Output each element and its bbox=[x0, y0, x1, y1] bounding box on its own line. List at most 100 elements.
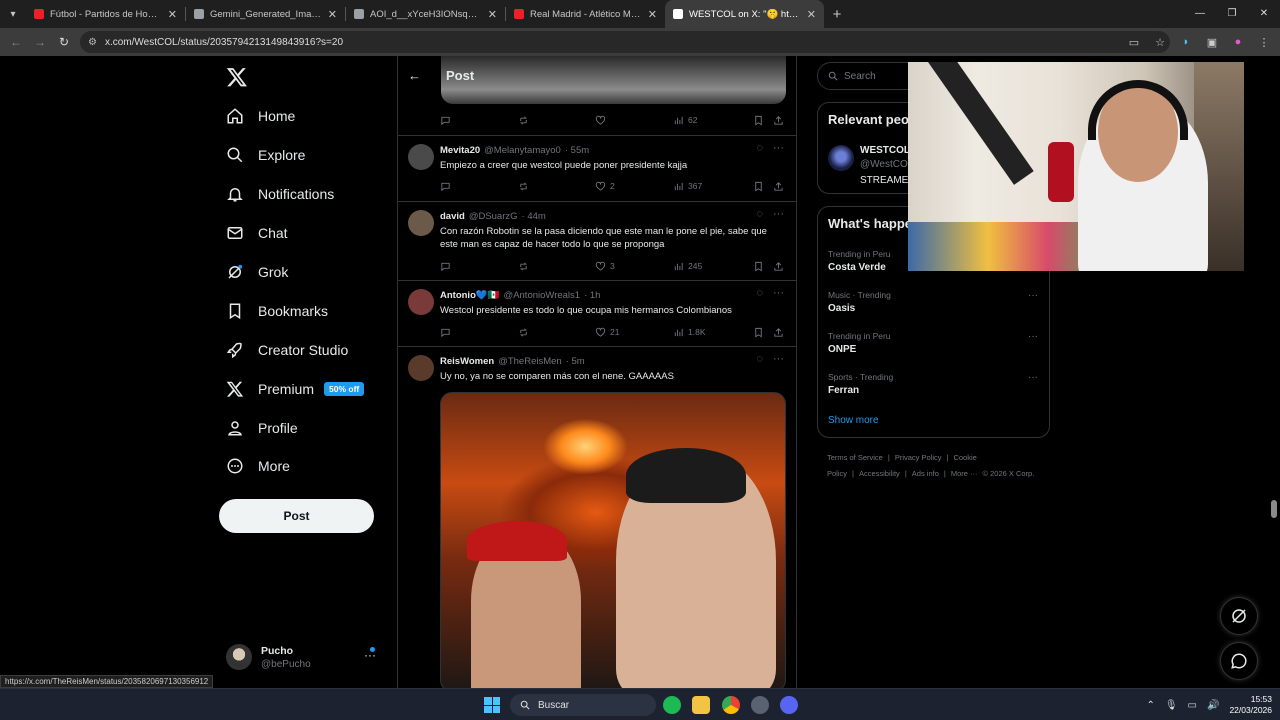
author-name[interactable]: david bbox=[440, 211, 465, 222]
close-tab-icon[interactable]: ✕ bbox=[648, 8, 657, 21]
x-logo-icon[interactable] bbox=[226, 66, 248, 88]
more-options-icon[interactable]: ··· bbox=[773, 208, 784, 220]
reply-tweet[interactable]: Antonio💙🇲🇽 @AntonioWreals1 · 1h ◌ ··· Westcol… bbox=[398, 280, 796, 346]
more-options-icon[interactable]: ··· bbox=[1028, 331, 1038, 342]
reply-button[interactable] bbox=[440, 327, 451, 338]
tweet-media-image[interactable] bbox=[440, 392, 786, 688]
reply-tweet[interactable]: Mevita20 @Melanytamayo0 · 55m ◌ ··· Empiezo a… bbox=[398, 135, 796, 201]
nav-item-bookmarks[interactable]: Bookmarks bbox=[226, 298, 328, 324]
minimize-button[interactable]: — bbox=[1184, 0, 1216, 28]
maximize-button[interactable]: ❐ bbox=[1216, 0, 1248, 28]
site-info-icon[interactable]: ⚙ bbox=[88, 37, 97, 48]
grok-explain-icon[interactable]: ◌ bbox=[756, 353, 763, 365]
more-options-icon[interactable]: ··· bbox=[773, 287, 784, 299]
nav-item-home[interactable]: Home bbox=[226, 103, 295, 129]
browser-tab[interactable]: Real Madrid - Atlético Madrid ✕ bbox=[506, 0, 665, 28]
discord-icon[interactable] bbox=[780, 696, 798, 714]
reload-button[interactable]: ↻ bbox=[52, 35, 76, 49]
more-options-icon[interactable]: ··· bbox=[1028, 290, 1038, 301]
tweet-time[interactable]: · 1h bbox=[584, 290, 600, 301]
avatar[interactable] bbox=[828, 145, 854, 171]
share-button[interactable] bbox=[773, 115, 784, 126]
trend-item[interactable]: Sports · Trending Ferran ··· bbox=[828, 372, 1038, 396]
extension-icon[interactable]: ◗ bbox=[1178, 36, 1194, 48]
close-tab-icon[interactable]: ✕ bbox=[168, 8, 177, 21]
show-more-link[interactable]: Show more bbox=[828, 415, 879, 426]
browser-menu-icon[interactable]: ⋮ bbox=[1256, 36, 1272, 49]
profile-avatar-icon[interactable]: ● bbox=[1230, 36, 1246, 48]
repost-button[interactable] bbox=[518, 327, 529, 338]
bookmark-button[interactable] bbox=[753, 181, 764, 192]
avatar[interactable] bbox=[408, 210, 434, 236]
star-bookmark-icon[interactable]: ☆ bbox=[1152, 36, 1168, 49]
clock[interactable]: 15:53 22/03/2026 bbox=[1229, 694, 1272, 716]
author-handle[interactable]: @Melanytamayo0 bbox=[484, 145, 561, 156]
browser-tab[interactable]: Gemini_Generated_Image_pmn ✕ bbox=[186, 0, 345, 28]
volume-icon[interactable]: 🔊 bbox=[1207, 700, 1219, 711]
author-name[interactable]: Mevita20 bbox=[440, 145, 480, 156]
extensions-puzzle-icon[interactable]: ▣ bbox=[1204, 36, 1220, 49]
views-button[interactable]: 245 bbox=[673, 261, 702, 272]
footer-link[interactable]: Accessibility bbox=[859, 469, 900, 478]
trend-item[interactable]: Music · Trending Oasis ··· bbox=[828, 290, 1038, 314]
author-handle[interactable]: @TheReisMen bbox=[498, 356, 562, 367]
repost-button[interactable] bbox=[518, 115, 529, 126]
like-button[interactable]: 3 bbox=[595, 261, 615, 272]
share-button[interactable] bbox=[773, 181, 784, 192]
author-handle[interactable]: @DSuarzG bbox=[469, 211, 518, 222]
new-tab-button[interactable]: + bbox=[824, 6, 850, 23]
account-switcher[interactable]: Pucho @bePucho ··· bbox=[226, 640, 386, 674]
author-name[interactable]: ReisWomen bbox=[440, 356, 494, 367]
bookmark-button[interactable] bbox=[753, 261, 764, 272]
grok-explain-icon[interactable]: ◌ bbox=[756, 287, 763, 299]
chevron-up-icon[interactable]: ⌃ bbox=[1146, 700, 1154, 711]
post-button[interactable]: Post bbox=[219, 499, 374, 533]
tweet-time[interactable]: · 5m bbox=[566, 356, 585, 367]
microphone-icon[interactable]: 🎙 bbox=[1165, 700, 1178, 711]
cast-icon[interactable]: ▭ bbox=[1126, 36, 1142, 49]
nav-item-more[interactable]: More bbox=[226, 453, 290, 479]
like-button[interactable]: 21 bbox=[595, 327, 619, 338]
grok-explain-icon[interactable]: ◌ bbox=[756, 208, 763, 220]
repost-button[interactable] bbox=[518, 261, 529, 272]
share-button[interactable] bbox=[773, 261, 784, 272]
nav-item-explore[interactable]: Explore bbox=[226, 142, 305, 168]
forward-button[interactable]: → bbox=[28, 35, 52, 49]
close-tab-icon[interactable]: ✕ bbox=[328, 8, 337, 21]
share-button[interactable] bbox=[773, 327, 784, 338]
reply-button[interactable] bbox=[440, 261, 451, 272]
chrome-icon[interactable] bbox=[722, 696, 740, 714]
more-options-icon[interactable]: ··· bbox=[1028, 372, 1038, 383]
chat-float-button[interactable] bbox=[1220, 642, 1258, 680]
more-options-icon[interactable]: ··· bbox=[773, 353, 784, 365]
footer-link[interactable]: Ads info bbox=[912, 469, 939, 478]
file-explorer-icon[interactable] bbox=[692, 696, 710, 714]
avatar[interactable] bbox=[408, 355, 434, 381]
back-button[interactable]: ← bbox=[4, 35, 28, 49]
nav-item-creator-studio[interactable]: Creator Studio bbox=[226, 337, 348, 363]
browser-tab[interactable]: WESTCOL on X: "🤫 https://t.co ✕ bbox=[665, 0, 824, 28]
like-button[interactable] bbox=[595, 115, 606, 126]
trend-item[interactable]: Trending in Peru ONPE ··· bbox=[828, 331, 1038, 355]
nav-item-chat[interactable]: Chat bbox=[226, 220, 288, 246]
reply-button[interactable] bbox=[440, 115, 451, 126]
network-icon[interactable]: ▭ bbox=[1188, 700, 1197, 711]
close-tab-icon[interactable]: ✕ bbox=[488, 8, 497, 21]
footer-link[interactable]: Privacy Policy bbox=[895, 453, 942, 462]
repost-button[interactable] bbox=[518, 181, 529, 192]
browser-tab[interactable]: Fútbol - Partidos de Hoy | Betano ✕ bbox=[26, 0, 185, 28]
views-button[interactable]: 367 bbox=[673, 181, 702, 192]
relevant-person-name[interactable]: WESTCOL bbox=[860, 145, 910, 156]
avatar[interactable] bbox=[408, 144, 434, 170]
footer-link[interactable]: More ··· bbox=[951, 469, 978, 478]
tweet-time[interactable]: · 44m bbox=[522, 211, 546, 222]
back-arrow-icon[interactable]: ← bbox=[408, 68, 426, 83]
nav-item-premium[interactable]: Premium 50% off bbox=[226, 376, 365, 402]
grok-explain-icon[interactable]: ◌ bbox=[756, 142, 763, 154]
nav-item-profile[interactable]: Profile bbox=[226, 415, 298, 441]
author-handle[interactable]: @AntonioWreals1 bbox=[504, 290, 581, 301]
close-tab-icon[interactable]: ✕ bbox=[807, 8, 816, 21]
bookmark-button[interactable] bbox=[753, 327, 764, 338]
tweet-time[interactable]: · 55m bbox=[565, 145, 589, 156]
reply-button[interactable] bbox=[440, 181, 451, 192]
